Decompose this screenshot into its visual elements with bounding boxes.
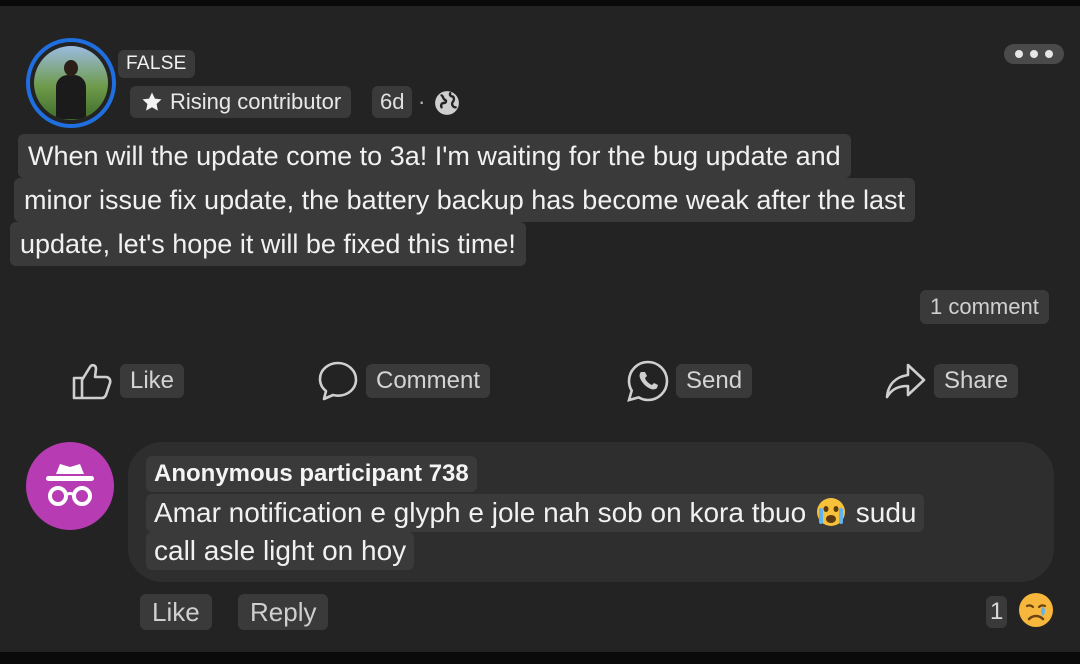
- post-text-line: When will the update come to 3a! I'm wai…: [18, 134, 851, 178]
- crying-emoji-icon: [816, 498, 845, 526]
- sad-emoji-icon[interactable]: [1016, 590, 1056, 630]
- like-label: Like: [120, 364, 185, 398]
- comment-label: Comment: [366, 364, 491, 398]
- author-avatar[interactable]: [26, 38, 116, 128]
- like-icon: [72, 363, 112, 400]
- send-label: Send: [676, 364, 753, 398]
- comment-icon: [318, 361, 358, 401]
- avatar-photo: [34, 46, 108, 120]
- comment-author[interactable]: Anonymous participant 738: [146, 456, 477, 492]
- more-icon-dot: [1045, 50, 1053, 58]
- comment-text-line: Amar notification e glyph e jole nah sob…: [146, 494, 925, 532]
- anonymous-avatar[interactable]: [26, 442, 114, 530]
- post-text-line: minor issue fix update, the battery back…: [14, 178, 915, 222]
- post-time[interactable]: 6d: [372, 86, 413, 118]
- rising-contributor-badge: Rising contributor: [130, 86, 352, 118]
- author-name[interactable]: FALSE: [118, 50, 195, 78]
- more-icon-dot: [1030, 50, 1038, 58]
- share-button[interactable]: Share: [884, 356, 1019, 406]
- comment-count-link[interactable]: 1 comment: [920, 290, 1049, 324]
- send-icon: [627, 360, 669, 402]
- post-text-line: update, let's hope it will be fixed this…: [10, 222, 526, 266]
- comment-text-line: call asle light on hoy: [146, 532, 415, 570]
- send-button[interactable]: Send: [626, 356, 753, 406]
- comment-text-part: sudu: [855, 497, 917, 528]
- separator-dot: ·: [418, 89, 426, 114]
- badge-label: Rising contributor: [170, 89, 342, 114]
- like-button[interactable]: Like: [70, 356, 185, 406]
- incognito-icon: [46, 464, 94, 506]
- comment-like-button[interactable]: Like: [140, 594, 212, 630]
- share-label: Share: [934, 364, 1019, 398]
- comment-button[interactable]: Comment: [316, 356, 491, 406]
- share-icon: [885, 363, 926, 399]
- reaction-count[interactable]: 1: [986, 596, 1008, 628]
- more-icon-dot: [1015, 50, 1023, 58]
- post-card: FALSE Rising contributor 6d · When will …: [0, 6, 1080, 652]
- frame: FALSE Rising contributor 6d · When will …: [0, 0, 1080, 664]
- more-options-button[interactable]: [1004, 44, 1064, 64]
- comment-reply-button[interactable]: Reply: [238, 594, 329, 630]
- globe-icon: [435, 91, 459, 115]
- star-icon: [142, 92, 162, 111]
- comment-text-part: Amar notification e glyph e jole nah sob…: [154, 497, 807, 528]
